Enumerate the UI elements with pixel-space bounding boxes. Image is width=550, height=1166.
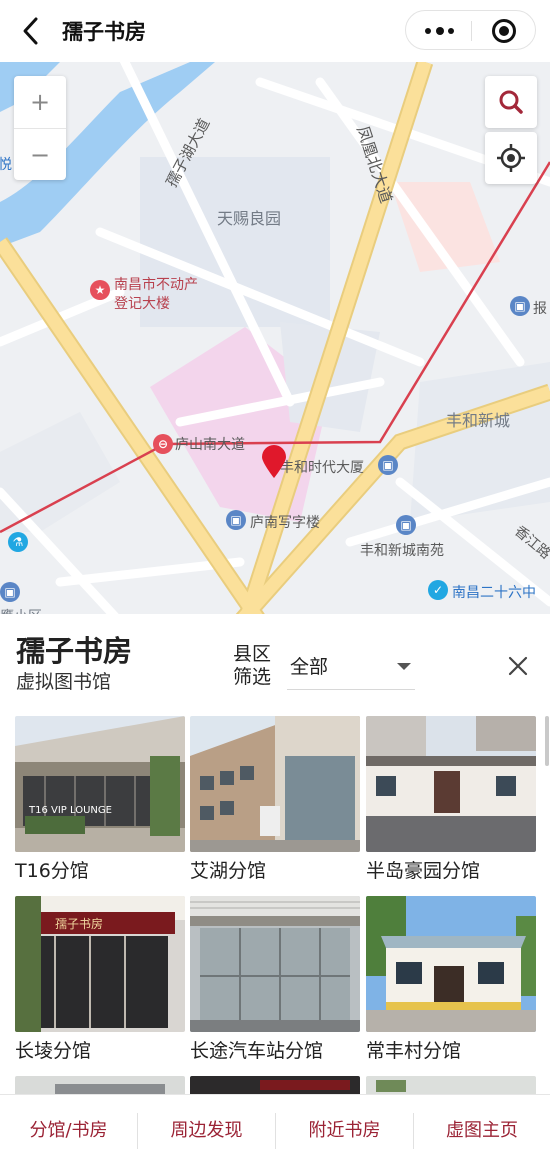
library-subtitle: 虚拟图书馆 — [16, 671, 112, 693]
zoom-controls: + − — [14, 76, 66, 180]
map-label-xiezilou: 庐南写字楼 — [250, 515, 320, 531]
library-title: 孺子书房 — [16, 634, 133, 668]
zoom-in-button[interactable]: + — [14, 76, 66, 128]
building-icon: ▣ — [378, 455, 398, 475]
map-label-school: 南昌二十六中 — [452, 585, 536, 601]
branch-photo — [190, 716, 360, 852]
bottom-nav: 分馆/书房 周边发现 附近书房 虚图主页 — [0, 1094, 550, 1166]
chevron-left-icon — [23, 17, 38, 45]
branch-photo: 孺子书房 — [15, 896, 185, 1032]
building-icon: ▣ — [510, 296, 530, 316]
building-icon: ▣ — [226, 510, 246, 530]
branch-name: T16分馆 — [15, 860, 89, 882]
branch-photo — [190, 896, 360, 1032]
school-icon: ✓ — [428, 580, 448, 600]
branch-card-partial[interactable] — [190, 1076, 360, 1094]
map-label-budongchan-2: 登记大楼 — [114, 296, 170, 312]
building-icon: ▣ — [396, 515, 416, 535]
scrollbar[interactable] — [545, 716, 549, 766]
page-title: 孺子书房 — [62, 20, 146, 44]
map-label-edge-bottom: 鹰小区 — [0, 606, 42, 614]
branch-name: 常丰村分馆 — [366, 1040, 462, 1062]
branch-name: 艾湖分馆 — [190, 860, 267, 882]
locate-icon — [497, 144, 525, 172]
branch-photo: T16 VIP LOUNGE — [15, 716, 185, 852]
map-search-button[interactable] — [485, 76, 537, 128]
map-label-tianci: 天赐良园 — [217, 209, 282, 228]
district-filter-label: 县区筛选 — [233, 643, 272, 688]
branch-card-t16[interactable]: T16 VIP LOUNGE T16分馆 — [15, 716, 185, 883]
back-button[interactable] — [16, 14, 46, 48]
close-panel-button[interactable] — [504, 652, 532, 680]
search-icon — [499, 90, 523, 114]
building-icon: ▣ — [0, 582, 20, 602]
nav-home[interactable]: 虚图主页 — [414, 1095, 550, 1166]
branch-card-bus-station[interactable]: 长途汽车站分馆 — [190, 896, 360, 1063]
map-label-lushan-road: 庐山南大道 — [175, 437, 245, 453]
nav-branches[interactable]: 分馆/书房 — [0, 1095, 137, 1166]
nav-nearby-study[interactable]: 附近书房 — [276, 1095, 413, 1166]
title-bar: 孺子书房 — [0, 0, 550, 62]
location-marker-icon[interactable] — [261, 445, 287, 479]
more-button[interactable] — [406, 11, 471, 49]
district-selected-value: 全部 — [290, 656, 329, 678]
branch-card-partial[interactable] — [15, 1076, 185, 1094]
district-select[interactable]: 全部 — [287, 642, 415, 690]
capsule-divider — [471, 21, 472, 41]
map-label-edge-left: 悦 — [0, 157, 12, 173]
target-close-icon[interactable] — [492, 19, 516, 43]
map-locate-button[interactable] — [485, 132, 537, 184]
branch-card-changfeng[interactable]: 常丰村分馆 — [366, 896, 536, 1063]
mini-program-capsule — [405, 10, 536, 50]
nav-nearby-discover[interactable]: 周边发现 — [138, 1095, 275, 1166]
map-label-budongchan-1: 南昌市不动产 — [114, 277, 198, 293]
landmark-icon: ★ — [90, 280, 110, 300]
chevron-down-icon — [397, 663, 411, 670]
branch-card-changling[interactable]: 孺子书房 长堎分馆 — [15, 896, 185, 1063]
branch-name: 半岛豪园分馆 — [366, 860, 481, 882]
branch-grid: T16 VIP LOUNGE T16分馆 艾湖分馆 半岛豪园分馆 孺子书房 长堎… — [0, 716, 550, 1094]
lab-icon: ⚗ — [8, 532, 28, 552]
branch-card-bandao[interactable]: 半岛豪园分馆 — [366, 716, 536, 883]
map-label-nanyuan: 丰和新城南苑 — [360, 543, 444, 559]
close-icon — [508, 656, 528, 676]
shop-sign: 孺子书房 — [55, 916, 103, 931]
zoom-out-button[interactable]: − — [14, 129, 66, 181]
map-label-xincheng: 丰和新城 — [446, 411, 511, 430]
branch-photo — [366, 896, 536, 1032]
branch-photo — [366, 716, 536, 852]
map-label-shidai: 丰和时代大厦 — [280, 460, 364, 476]
branch-card-partial[interactable] — [366, 1076, 536, 1094]
more-dots-icon — [425, 28, 431, 34]
branch-name: 长堎分馆 — [15, 1040, 92, 1062]
branch-name: 长途汽车站分馆 — [190, 1040, 324, 1062]
map-view[interactable]: 孺子湖大道 凤凰北大道 天赐良园 ★ 南昌市不动产 登记大楼 ⊖ 庐山南大道 丰… — [0, 62, 550, 614]
metro-station-icon: ⊖ — [153, 434, 173, 454]
map-label-bao: 报 — [533, 301, 547, 317]
lounge-sign: T16 VIP LOUNGE — [28, 805, 112, 816]
branch-card-aihu[interactable]: 艾湖分馆 — [190, 716, 360, 883]
